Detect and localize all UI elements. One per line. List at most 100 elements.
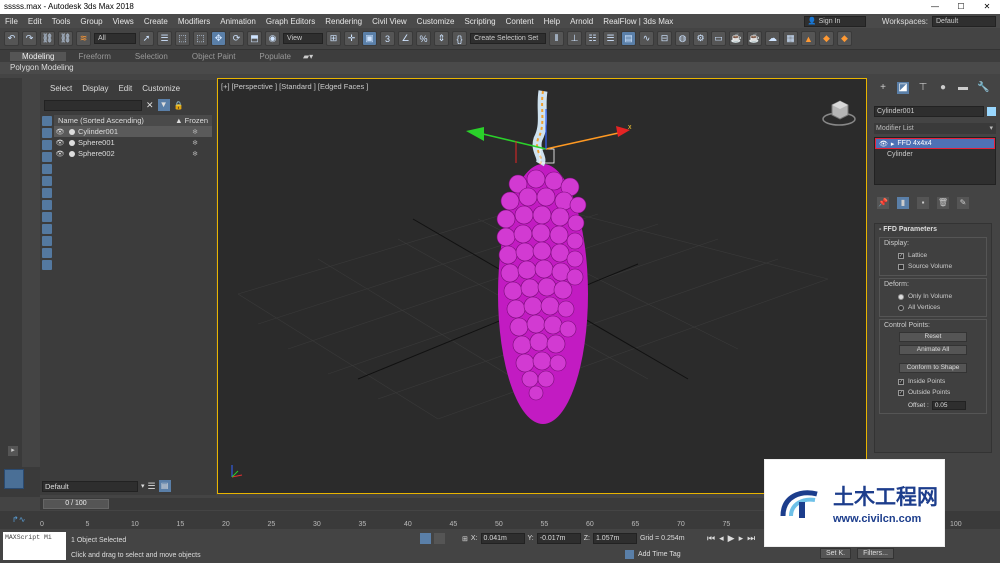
maxscript-listener[interactable]: MAXScript Mi bbox=[3, 532, 66, 560]
rectangular-selection-icon[interactable]: ⬚ bbox=[175, 31, 190, 46]
go-to-start-icon[interactable]: ⏮ bbox=[707, 533, 715, 544]
move-gizmo[interactable]: x bbox=[466, 109, 632, 163]
select-object-icon[interactable]: ➚ bbox=[139, 31, 154, 46]
object-color-swatch[interactable] bbox=[987, 107, 996, 116]
bind-space-warp-icon[interactable]: ≋ bbox=[76, 31, 91, 46]
pin-stack-icon[interactable]: 📌 bbox=[877, 197, 889, 209]
tab-modeling[interactable]: Modeling bbox=[10, 51, 67, 61]
perspective-viewport[interactable]: [+] [Perspective ] [Standard ] [Edged Fa… bbox=[217, 78, 867, 494]
menu-help[interactable]: Help bbox=[539, 17, 565, 26]
schematic-view-icon[interactable]: ⊟ bbox=[657, 31, 672, 46]
eye-icon[interactable]: 👁 bbox=[54, 150, 66, 158]
tab-freeform[interactable]: Freeform bbox=[66, 52, 122, 61]
list-item[interactable]: 👁 Sphere001 ❄ bbox=[54, 137, 212, 148]
maximize-icon[interactable]: ☐ bbox=[948, 0, 974, 14]
selection-filter-dropdown[interactable]: All bbox=[94, 33, 136, 44]
select-manipulate-icon[interactable]: ✛ bbox=[344, 31, 359, 46]
menu-scripting[interactable]: Scripting bbox=[459, 17, 500, 26]
fruit-cluster[interactable] bbox=[496, 164, 588, 424]
a360-gallery-icon[interactable]: ▦ bbox=[783, 31, 798, 46]
object-name-field[interactable]: Cylinder001 bbox=[874, 106, 984, 117]
set-key-button[interactable]: Set K. bbox=[820, 548, 852, 559]
display-frozen-icon[interactable] bbox=[42, 236, 52, 246]
menu-customize[interactable]: Customize bbox=[412, 17, 460, 26]
render-dot-icon[interactable] bbox=[69, 128, 75, 135]
redo-icon[interactable]: ↷ bbox=[22, 31, 37, 46]
arnold-icon[interactable]: ▲ bbox=[801, 31, 816, 46]
toggle-scene-explorer-icon[interactable]: ☷ bbox=[585, 31, 600, 46]
reset-button[interactable]: Reset bbox=[899, 332, 967, 342]
utilities-tab-icon[interactable]: 🔧 bbox=[977, 82, 989, 94]
motion-tab-icon[interactable]: ● bbox=[937, 82, 949, 94]
layer-stack-icon[interactable]: ☰ bbox=[148, 481, 156, 492]
add-time-tag[interactable]: Add Time Tag bbox=[625, 550, 681, 559]
select-and-move-icon[interactable]: ✥ bbox=[211, 31, 226, 46]
show-end-result-icon[interactable]: ▮ bbox=[897, 197, 909, 209]
modifier-item-ffd[interactable]: 👁 ▸ FFD 4x4x4 bbox=[875, 138, 995, 149]
sign-in-dropdown[interactable]: 👤 Sign In bbox=[803, 15, 866, 27]
z-coordinate-field[interactable]: 1.057m bbox=[592, 533, 637, 544]
modify-tab-icon[interactable]: ◪ bbox=[897, 82, 909, 94]
select-and-scale-icon[interactable]: ⬒ bbox=[247, 31, 262, 46]
tab-object-paint[interactable]: Object Paint bbox=[180, 52, 248, 61]
time-slider[interactable]: 0 / 100 ▸ bbox=[40, 498, 865, 510]
realflow-icon[interactable]: ◆ bbox=[819, 31, 834, 46]
outside-points-checkbox[interactable]: ✓ Outside Points bbox=[884, 387, 982, 398]
viewcube-icon[interactable] bbox=[822, 97, 856, 127]
material-editor-icon[interactable]: ◍ bbox=[675, 31, 690, 46]
list-item[interactable]: 👁 Cylinder001 ❄ bbox=[54, 126, 212, 137]
menu-animation[interactable]: Animation bbox=[215, 17, 261, 26]
snaps-toggle-icon[interactable]: 3 bbox=[380, 31, 395, 46]
column-frozen[interactable]: ▲ Frozen bbox=[175, 115, 208, 126]
menu-create[interactable]: Create bbox=[139, 17, 173, 26]
only-in-volume-radio[interactable]: Only In Volume bbox=[884, 291, 982, 302]
list-item[interactable]: 👁 Sphere002 ❄ bbox=[54, 148, 212, 159]
all-vertices-radio[interactable]: All Vertices bbox=[884, 302, 982, 313]
mini-curve-editor-icon[interactable]: ↱∿ bbox=[12, 515, 25, 524]
mirror-icon[interactable]: ⫴ bbox=[549, 31, 564, 46]
scene-explorer-toggle-icon[interactable]: ▤ bbox=[158, 480, 171, 492]
display-xrefs-icon[interactable] bbox=[42, 200, 52, 210]
layer-dropdown-icon[interactable]: ▾ bbox=[141, 482, 145, 490]
display-hidden-icon[interactable] bbox=[42, 248, 52, 258]
menu-edit[interactable]: Edit bbox=[23, 17, 47, 26]
absolute-mode-icon[interactable]: ⊞ bbox=[462, 535, 468, 543]
unlink-icon[interactable]: ⛓ bbox=[58, 31, 73, 46]
angle-snap-icon[interactable]: ∠ bbox=[398, 31, 413, 46]
x-coordinate-field[interactable]: 0.041m bbox=[480, 533, 525, 544]
percent-snap-icon[interactable]: % bbox=[416, 31, 431, 46]
se-menu-select[interactable]: Select bbox=[50, 84, 72, 96]
ffd-parameters-title[interactable]: - FFD Parameters bbox=[875, 224, 991, 235]
display-geometry-icon[interactable] bbox=[42, 116, 52, 126]
menu-tools[interactable]: Tools bbox=[47, 17, 76, 26]
hierarchy-tab-icon[interactable]: ⊤ bbox=[917, 82, 929, 94]
eye-icon[interactable]: 👁 bbox=[54, 139, 66, 147]
menu-graph-editors[interactable]: Graph Editors bbox=[261, 17, 320, 26]
clear-search-icon[interactable]: ✕ bbox=[146, 100, 154, 111]
render-production-icon[interactable]: ☕ bbox=[729, 31, 744, 46]
offset-spinner[interactable]: 0.05 bbox=[931, 401, 966, 410]
time-slider-thumb[interactable]: 0 / 100 bbox=[43, 499, 109, 509]
frozen-icon[interactable]: ❄ bbox=[192, 128, 198, 136]
y-coordinate-field[interactable]: -0.017m bbox=[536, 533, 581, 544]
display-space-warps-icon[interactable] bbox=[42, 176, 52, 186]
toggle-ribbon-icon[interactable]: ▤ bbox=[621, 31, 636, 46]
lattice-checkbox[interactable]: ✓ Lattice bbox=[884, 250, 982, 261]
menu-arnold[interactable]: Arnold bbox=[565, 17, 598, 26]
lock-icon[interactable]: 🔒 bbox=[174, 101, 184, 110]
next-frame-icon[interactable]: ▸ bbox=[739, 533, 744, 544]
display-lights-icon[interactable] bbox=[42, 140, 52, 150]
reference-coordinate-dropdown[interactable]: View bbox=[283, 33, 323, 44]
link-icon[interactable]: ⛓ bbox=[40, 31, 55, 46]
display-shapes-icon[interactable] bbox=[42, 128, 52, 138]
menu-views[interactable]: Views bbox=[108, 17, 139, 26]
toggle-layer-explorer-icon[interactable]: ☰ bbox=[603, 31, 618, 46]
create-tab-icon[interactable]: + bbox=[877, 82, 889, 94]
menu-modifiers[interactable]: Modifiers bbox=[173, 17, 215, 26]
previous-frame-icon[interactable]: ◂ bbox=[719, 533, 724, 544]
eye-icon[interactable]: 👁 bbox=[879, 140, 888, 148]
conform-to-shape-button[interactable]: Conform to Shape bbox=[899, 363, 967, 373]
curve-editor-icon[interactable]: ∿ bbox=[639, 31, 654, 46]
ribbon-options-icon[interactable]: ▰▾ bbox=[303, 52, 313, 61]
display-containers-icon[interactable] bbox=[42, 224, 52, 234]
